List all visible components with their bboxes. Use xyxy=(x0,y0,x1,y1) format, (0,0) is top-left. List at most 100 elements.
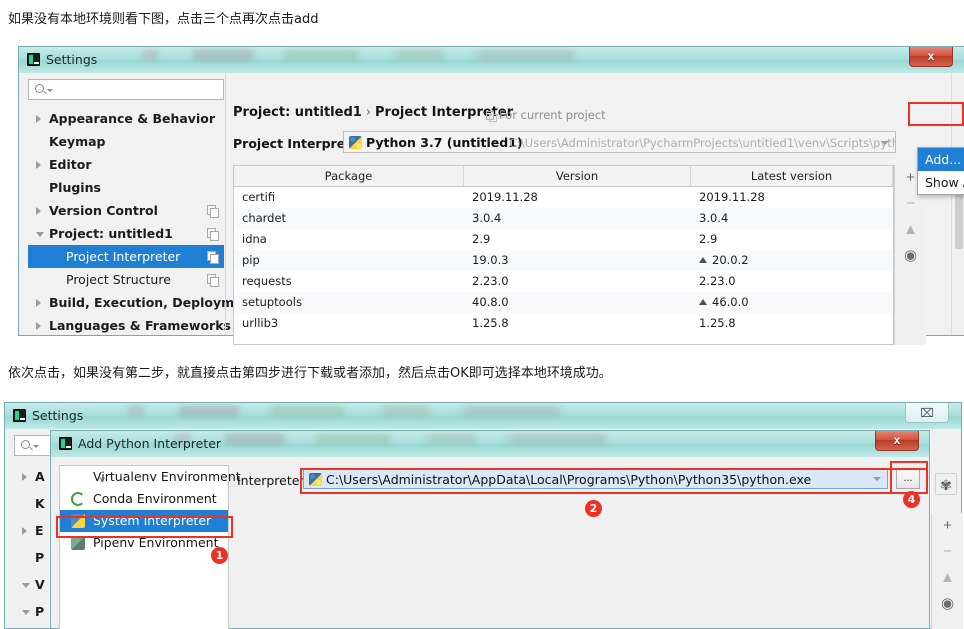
interpreter-path-combo[interactable]: C:\Users\Administrator\AppData\Local\Pro… xyxy=(303,468,888,489)
add-interpreter-body: Virtualenv Environment Conda Environment S… xyxy=(51,457,929,629)
screenshot-root: 如果没有本地环境则看下图，点击三个点再次点击add Settings x App… xyxy=(0,0,964,629)
settings-body: Appearance & Behavior Keymap Editor Plugins… xyxy=(19,73,964,345)
chevron-down-icon[interactable] xyxy=(22,610,30,619)
remove-package-icon[interactable]: − xyxy=(932,539,963,565)
project-interpreter-combo[interactable]: Python 3.7 (untitled1) C:\Users\Administ… xyxy=(343,131,896,153)
sidebar-item-label: Build, Execution, Deployment xyxy=(49,295,258,310)
chevron-down-icon[interactable] xyxy=(881,141,889,145)
add-interpreter-title: Add Python Interpreter xyxy=(78,436,222,451)
upgrade-package-icon[interactable]: ▲ xyxy=(932,565,963,591)
sidebar-item-project-structure[interactable]: Project Structure xyxy=(28,268,224,291)
table-row[interactable]: urllib3 1.25.8 1.25.8 xyxy=(234,313,893,334)
column-header-package[interactable]: Package xyxy=(234,166,464,186)
sidebar-item-project-interpreter[interactable]: Project Interpreter xyxy=(28,245,224,268)
sidebar-item-keymap[interactable]: Keymap xyxy=(28,130,224,153)
close-button[interactable]: x xyxy=(909,47,953,67)
column-header-version[interactable]: Version xyxy=(464,166,691,186)
env-option-label: Virtualenv Environment xyxy=(93,469,241,484)
cell-latest-version: 3.0.4 xyxy=(699,211,729,225)
sidebar-item-build-execution-deployment[interactable]: Build, Execution, Deployment xyxy=(28,291,257,314)
sidebar-item-plugins[interactable]: Plugins xyxy=(28,176,224,199)
sidebar-item-editor[interactable]: Editor xyxy=(28,153,224,176)
table-row[interactable]: setuptools 40.8.0 46.0.0 xyxy=(234,292,893,313)
env-option-pipenv-environment[interactable]: Pipenv Environment xyxy=(60,532,228,554)
pycharm-icon xyxy=(13,409,26,422)
cell-version: 2019.11.28 xyxy=(472,190,538,204)
cell-package: requests xyxy=(242,274,292,288)
chevron-right-icon[interactable] xyxy=(22,527,27,535)
pycharm-icon xyxy=(59,437,72,450)
add-python-interpreter-dialog: Add Python Interpreter x Virtualenv Envi… xyxy=(50,430,930,629)
settings-titlebar-2[interactable]: Settings ⌧ xyxy=(5,403,961,429)
search-icon xyxy=(35,84,44,93)
python-icon xyxy=(349,136,362,149)
sidebar-item-label: Plugins xyxy=(49,180,101,195)
add-interpreter-titlebar[interactable]: Add Python Interpreter x xyxy=(51,431,929,457)
cell-latest-version: 2019.11.28 xyxy=(699,190,765,204)
menu-item-add[interactable]: Add... xyxy=(918,148,964,171)
close-button-3[interactable]: x xyxy=(875,431,919,451)
browse-button[interactable]: ... xyxy=(896,468,920,489)
breadcrumb-separator: › xyxy=(365,105,372,120)
add-package-icon[interactable]: + xyxy=(932,513,963,539)
close-button-2[interactable]: ⌧ xyxy=(905,403,949,423)
copy-icon[interactable] xyxy=(207,228,219,241)
breadcrumb: Project: untitled1 › Project Interpreter xyxy=(233,105,513,120)
table-row[interactable]: chardet 3.0.4 3.0.4 xyxy=(234,208,893,229)
table-row[interactable]: requests 2.23.0 2.23.0 xyxy=(234,271,893,292)
cell-version: 2.23.0 xyxy=(472,274,509,288)
cell-latest-version: 2.9 xyxy=(699,232,718,246)
annotation-badge-4: 4 xyxy=(903,491,920,508)
show-early-releases-icon[interactable]: ◉ xyxy=(932,591,963,617)
chevron-down-icon[interactable] xyxy=(22,583,30,592)
env-option-virtualenv-environment[interactable]: Virtualenv Environment xyxy=(60,466,241,488)
interpreter-path-value: C:\Users\Administrator\AppData\Local\Pro… xyxy=(326,472,812,487)
menu-item-show-all[interactable]: Show All... xyxy=(918,171,964,194)
chevron-right-icon[interactable] xyxy=(36,161,41,169)
annotation-badge-2: 2 xyxy=(585,500,602,517)
sidebar-item-label: Project Structure xyxy=(66,272,171,287)
upgrade-package-icon[interactable]: ▲ xyxy=(895,217,926,243)
settings-window-title-2: Settings xyxy=(32,408,84,423)
env-option-conda-environment[interactable]: Conda Environment xyxy=(60,488,228,510)
pipenv-icon xyxy=(71,536,85,550)
chevron-right-icon[interactable] xyxy=(22,473,27,481)
settings-titlebar[interactable]: Settings x xyxy=(19,47,964,73)
breadcrumb-root[interactable]: Project: untitled1 xyxy=(233,105,362,120)
chevron-right-icon[interactable] xyxy=(36,299,41,307)
sidebar-item-version-control[interactable]: Version Control xyxy=(28,199,224,222)
show-early-releases-icon[interactable]: ◉ xyxy=(895,243,926,269)
table-row[interactable]: idna 2.9 2.9 xyxy=(234,229,893,250)
cell-package: urllib3 xyxy=(242,316,279,330)
sidebar-item-label: V xyxy=(35,577,45,592)
cell-version: 2.9 xyxy=(472,232,491,246)
chevron-down-icon[interactable] xyxy=(36,232,44,241)
sidebar-item-appearance-behavior[interactable]: Appearance & Behavior xyxy=(28,107,224,130)
interpreter-dropdown-menu[interactable]: Add...Show All... xyxy=(917,147,964,195)
note-text-bottom: 依次点击，如果没有第二步，就直接点击第四步进行下载或者添加，然后点击OK即可选择… xyxy=(8,366,612,381)
copy-icon[interactable] xyxy=(207,274,219,287)
chevron-right-icon[interactable] xyxy=(36,322,41,330)
search-chevron-down-icon xyxy=(47,89,53,92)
chevron-right-icon[interactable] xyxy=(36,207,41,215)
chevron-down-icon[interactable] xyxy=(873,477,881,481)
gear-icon[interactable]: ✾ xyxy=(935,473,957,495)
column-header-latest-version[interactable]: Latest version xyxy=(691,166,893,186)
table-row[interactable]: certifi 2019.11.28 2019.11.28 xyxy=(234,187,893,208)
env-option-system-interpreter[interactable]: System Interpreter xyxy=(60,510,228,532)
sidebar-item-project-untitled1[interactable]: Project: untitled1 xyxy=(28,222,224,245)
annotation-badge-1: 1 xyxy=(211,547,228,564)
sidebar-item-label: P xyxy=(35,604,45,619)
sidebar-item-label: Version Control xyxy=(49,203,158,218)
chevron-right-icon[interactable] xyxy=(36,115,41,123)
copy-icon[interactable] xyxy=(207,251,219,264)
copy-icon[interactable] xyxy=(207,205,219,218)
sidebar-item-label: Editor xyxy=(49,157,92,172)
cell-latest-version: 1.25.8 xyxy=(699,316,736,330)
search-input[interactable] xyxy=(28,79,224,100)
sidebar-item-label: K xyxy=(35,496,45,511)
cell-package: chardet xyxy=(242,211,287,225)
settings-scrollbar[interactable] xyxy=(951,73,964,335)
table-row[interactable]: pip 19.0.3 20.0.2 xyxy=(234,250,893,271)
sidebar-item-languages-frameworks[interactable]: Languages & Frameworks xyxy=(28,314,231,337)
